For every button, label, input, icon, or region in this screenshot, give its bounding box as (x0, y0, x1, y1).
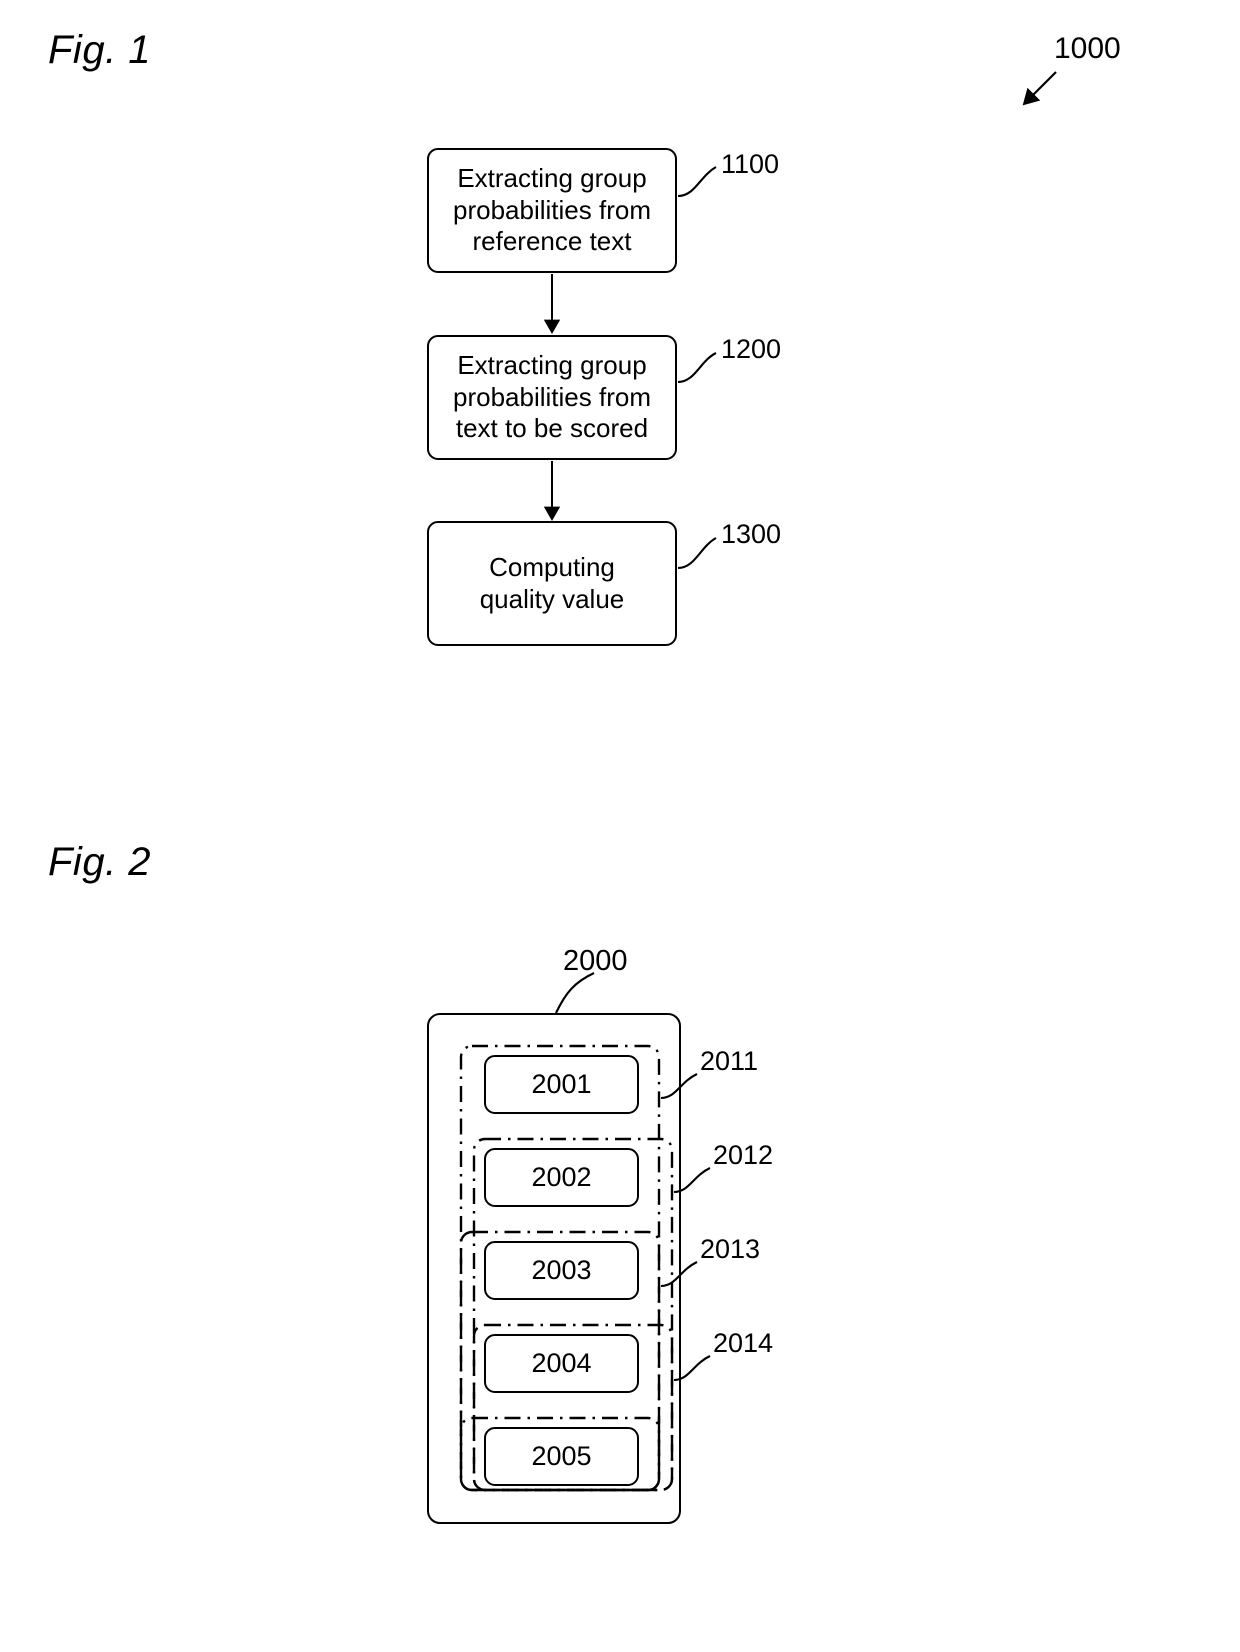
step-1300-line-1: Computing (489, 551, 615, 582)
reference-numeral-2012: 2012 (713, 1140, 774, 1170)
flowchart-step-1200: Extracting group probabilities from text… (427, 335, 677, 460)
inner-box-2003-label: 2003 (531, 1255, 592, 1285)
reference-numeral-1100: 1100 (721, 149, 780, 179)
step-1100-line-1: Extracting group (457, 162, 647, 193)
flowchart-step-1100-label: Extracting group probabilities from refe… (453, 163, 651, 258)
step-1200-line-1: Extracting group (457, 349, 647, 380)
inner-box-2005-label: 2005 (531, 1441, 592, 1471)
inner-box-2004: 2004 (484, 1334, 639, 1393)
reference-numeral-2011: 2011 (700, 1046, 759, 1076)
inner-box-2004-label: 2004 (531, 1348, 592, 1378)
flowchart-step-1300: Computing quality value (427, 521, 677, 646)
step-1200-line-3: text to be scored (455, 413, 649, 444)
inner-box-2005: 2005 (484, 1427, 639, 1486)
inner-box-2003: 2003 (484, 1241, 639, 1300)
inner-box-2001-label: 2001 (531, 1069, 592, 1099)
leader-line-1200 (677, 352, 717, 384)
leader-line-1300 (677, 537, 717, 570)
reference-numeral-1000: 1000 (1054, 32, 1121, 65)
leader-arrow-1000 (1022, 71, 1057, 106)
flowchart-step-1200-label: Extracting group probabilities from text… (453, 350, 651, 445)
inner-box-2002-label: 2002 (531, 1162, 592, 1192)
inner-box-2002: 2002 (484, 1148, 639, 1207)
reference-numeral-2000: 2000 (563, 945, 628, 977)
flowchart-step-1300-label: Computing quality value (480, 552, 625, 615)
figure-2-title: Fig. 2 (48, 840, 152, 884)
leader-line-1100 (677, 166, 717, 198)
inner-box-2001: 2001 (484, 1055, 639, 1114)
figure-1-title: Fig. 1 (48, 28, 152, 72)
step-1100-line-3: reference text (472, 226, 632, 257)
flowchart-step-1100: Extracting group probabilities from refe… (427, 148, 677, 273)
step-1200-line-2: probabilities from (453, 381, 651, 412)
reference-numeral-1200: 1200 (721, 334, 782, 364)
leader-line-2000 (555, 972, 595, 1014)
step-1300-line-2: quality value (479, 583, 625, 614)
reference-numeral-2014: 2014 (713, 1328, 774, 1358)
step-1100-line-2: probabilities from (453, 194, 651, 225)
reference-numeral-2013: 2013 (700, 1234, 761, 1264)
reference-numeral-1300: 1300 (721, 519, 782, 549)
